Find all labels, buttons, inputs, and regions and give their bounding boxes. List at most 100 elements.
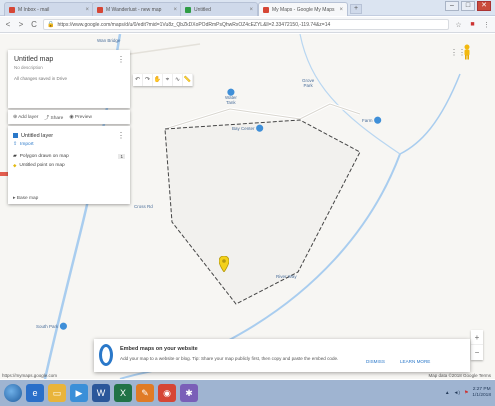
- poi-label[interactable]: Grove Park: [302, 78, 314, 88]
- stream: [399, 73, 461, 155]
- share-button[interactable]: ⤴ Share: [44, 114, 63, 121]
- layer-options-icon[interactable]: ⋮: [117, 131, 125, 140]
- map-description[interactable]: No description: [14, 65, 124, 70]
- measure-icon[interactable]: 📏: [183, 74, 193, 86]
- add-marker-icon[interactable]: ⌖: [163, 74, 173, 86]
- flag-icon[interactable]: ⚑: [464, 391, 468, 396]
- close-tab-icon[interactable]: ×: [85, 7, 89, 13]
- layer-checkbox[interactable]: [13, 133, 18, 138]
- tool-icon[interactable]: ✱: [180, 384, 198, 402]
- drawn-polygon[interactable]: [164, 119, 361, 305]
- paint-icon[interactable]: ✎: [136, 384, 154, 402]
- maximize-button[interactable]: □: [461, 1, 475, 11]
- tab-4-active[interactable]: My Maps - Google My Maps ×: [258, 2, 348, 16]
- feature-row[interactable]: ⬥ Untitled point on map: [13, 161, 125, 170]
- import-link[interactable]: Import: [20, 142, 34, 147]
- start-button[interactable]: [4, 384, 22, 402]
- mail-favicon-icon: [97, 6, 103, 13]
- poi-label[interactable]: Farm ⬤: [362, 117, 382, 124]
- tab-title: M Wanderlust - new map: [106, 6, 162, 13]
- add-layer-button[interactable]: ⊕ Add layer: [13, 115, 38, 120]
- feature-row[interactable]: ▰ Polygon drawn on map 1: [13, 152, 125, 161]
- tab-3[interactable]: Untitled ×: [180, 2, 258, 16]
- reload-button[interactable]: C: [30, 20, 38, 29]
- pegman-icon[interactable]: [462, 44, 472, 60]
- dismiss-button[interactable]: DISMISS: [366, 359, 385, 364]
- base-map-label: Base map: [16, 196, 39, 201]
- poi-label[interactable]: River Way: [276, 274, 297, 279]
- feature-count-badge: 1: [118, 154, 125, 159]
- mail-favicon-icon: [9, 6, 15, 13]
- hand-icon[interactable]: ✋: [153, 74, 163, 86]
- tab-title: Untitled: [194, 6, 211, 13]
- learn-more-button[interactable]: LEARN MORE: [400, 359, 430, 364]
- minimize-button[interactable]: –: [445, 1, 459, 11]
- map-canvas[interactable]: Wan Bridge Stream Point ⬤Water Tank Grov…: [0, 34, 495, 379]
- poi-label[interactable]: ⬤ Water Tank: [225, 89, 237, 105]
- import-row[interactable]: ⇪ Import: [13, 140, 125, 149]
- maps-favicon-icon: [263, 6, 269, 13]
- draw-line-icon[interactable]: ∿: [173, 74, 183, 86]
- import-icon: ⇪: [13, 142, 18, 147]
- clock[interactable]: 2:27 PM 1/1/2018: [472, 387, 491, 399]
- word-icon[interactable]: W: [92, 384, 110, 402]
- layer-panel: Untitled layer ⋮ ⇪ Import ▰ Polygon draw…: [8, 126, 130, 204]
- redo-icon[interactable]: ↷: [143, 74, 153, 86]
- add-layer-label: Add layer: [18, 114, 39, 120]
- zoom-control: + −: [471, 330, 483, 360]
- tab-bar: M Inbox - mail × M Wanderlust - new map …: [0, 0, 495, 16]
- zoom-in-button[interactable]: +: [471, 330, 483, 345]
- close-tab-icon[interactable]: ×: [173, 7, 177, 13]
- more-options-icon[interactable]: ⋮: [117, 55, 125, 64]
- share-label: Share: [50, 115, 64, 121]
- volume-icon[interactable]: ◄): [454, 391, 460, 396]
- taskbar: e ▭ ▶ W X ✎ ◉ ✱ ▲ ◄) ⚑ 2:27 PM 1/1/2018: [0, 380, 495, 406]
- poi-label[interactable]: Cross Rd: [134, 204, 153, 209]
- zoom-out-button[interactable]: −: [471, 345, 483, 360]
- new-tab-button[interactable]: +: [350, 4, 362, 14]
- base-map-toggle[interactable]: ▸ Base map: [13, 196, 38, 201]
- tab-2[interactable]: M Wanderlust - new map ×: [92, 2, 182, 16]
- polygon-icon: ▰: [13, 154, 17, 159]
- media-player-icon[interactable]: ▶: [70, 384, 88, 402]
- panel-actions: ⊕ Add layer ⤴ Share ◉ Preview: [8, 110, 130, 124]
- preview-button[interactable]: ◉ Preview: [69, 115, 92, 120]
- window-controls: – □ ✕: [445, 1, 491, 11]
- docs-favicon-icon: [185, 6, 191, 13]
- drawing-toolbar: ↶ ↷ ✋ ⌖ ∿ 📏: [133, 74, 193, 86]
- close-window-button[interactable]: ✕: [477, 1, 491, 11]
- ie-icon[interactable]: e: [26, 384, 44, 402]
- info-ring-icon: [99, 344, 113, 366]
- map-attribution[interactable]: Map data ©2018 Google Terms: [428, 373, 491, 378]
- lock-icon: 🔒: [47, 22, 55, 28]
- layer-title[interactable]: Untitled layer: [21, 133, 53, 139]
- tab-1[interactable]: M Inbox - mail ×: [4, 2, 94, 16]
- layer-header[interactable]: Untitled layer: [13, 131, 125, 140]
- poi-label[interactable]: South Park ⬤: [36, 323, 67, 330]
- save-status: All changes saved in Drive: [14, 76, 68, 81]
- notification-body: Add your map to a website or blog. Tip: …: [120, 356, 339, 361]
- address-bar: < > C 🔒 ☆ ■ ⋮: [0, 17, 495, 33]
- url-input[interactable]: [57, 21, 445, 28]
- undo-icon[interactable]: ↶: [133, 74, 143, 86]
- network-icon[interactable]: ▲: [445, 391, 450, 396]
- omnibox[interactable]: 🔒: [43, 19, 449, 30]
- system-tray: ▲ ◄) ⚑ 2:27 PM 1/1/2018: [445, 384, 491, 402]
- menu-icon[interactable]: ⋮: [482, 21, 491, 29]
- close-tab-icon[interactable]: ×: [249, 7, 253, 13]
- folder-icon[interactable]: ▭: [48, 384, 66, 402]
- map-title[interactable]: Untitled map: [14, 56, 124, 63]
- chrome-icon[interactable]: ◉: [158, 384, 176, 402]
- close-tab-icon[interactable]: ×: [339, 7, 343, 13]
- poi-label[interactable]: Bay Center ⬤: [232, 125, 264, 132]
- star-icon[interactable]: ☆: [454, 21, 463, 29]
- placed-marker-icon[interactable]: [219, 256, 229, 272]
- back-button[interactable]: <: [4, 20, 12, 29]
- map-pin-icon: ⬤: [373, 117, 382, 124]
- forward-button[interactable]: >: [17, 20, 25, 29]
- excel-icon[interactable]: X: [114, 384, 132, 402]
- feature-label: Untitled point on map: [19, 163, 65, 168]
- embed-notification: Embed maps on your website Add your map …: [94, 339, 470, 372]
- poi-label[interactable]: Wan Bridge: [97, 38, 120, 43]
- extension-icon[interactable]: ■: [468, 21, 477, 28]
